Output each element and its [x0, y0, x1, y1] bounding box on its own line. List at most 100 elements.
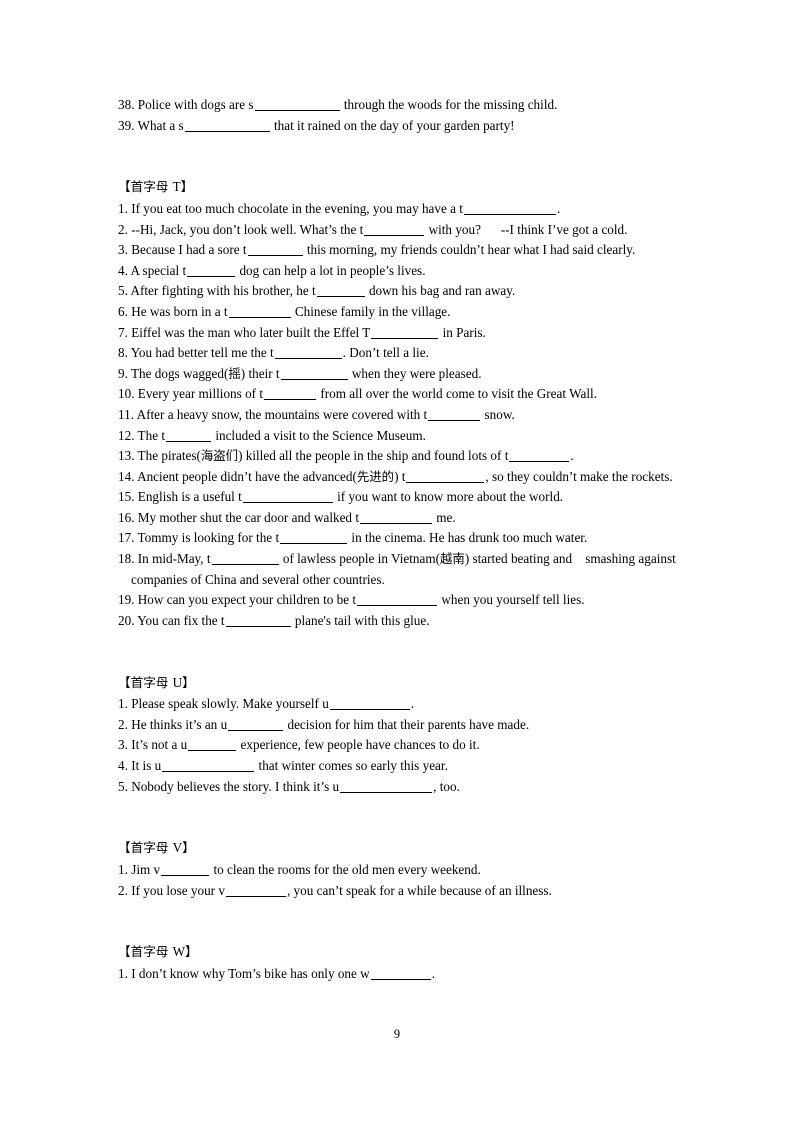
answer-blank[interactable] — [228, 718, 284, 731]
exercise-item: 4. A special t dog can help a lot in peo… — [118, 261, 678, 282]
bracket-close: 】 — [185, 944, 198, 960]
item-text-before-blank: --Hi, Jack, you don’t look well. What’s … — [131, 221, 364, 237]
exercise-item: 10. Every year millions of t from all ov… — [118, 384, 678, 405]
answer-blank[interactable] — [211, 552, 279, 566]
page-content: 38. Police with dogs are s through the w… — [118, 95, 678, 985]
item-text-after-blank: that winter comes so early this year. — [255, 758, 448, 773]
answer-blank[interactable] — [316, 284, 365, 298]
answer-blank[interactable] — [254, 98, 340, 111]
exercise-item: 2. He thinks it’s an u decision for him … — [118, 715, 678, 736]
exercise-item: 5. After fighting with his brother, he t… — [118, 281, 678, 302]
item-number: 16. — [118, 509, 138, 525]
item-text-before-blank: After fighting with his brother, he t — [130, 283, 316, 299]
answer-blank[interactable] — [357, 593, 438, 607]
item-text-before-blank: The dogs wagged(摇) their t — [130, 365, 280, 381]
item-text-before-blank: My mother shut the car door and walked t — [137, 509, 359, 525]
answer-blank[interactable] — [509, 449, 570, 463]
answer-blank[interactable] — [463, 202, 556, 215]
answer-blank[interactable] — [187, 264, 236, 277]
exercise-item: 11. After a heavy snow, the mountains we… — [118, 405, 678, 426]
section-heading-letter: V — [172, 840, 183, 856]
item-text-before-blank: A special t — [130, 262, 187, 278]
bracket-open: 【 — [118, 179, 131, 195]
item-number: 1. — [118, 200, 132, 216]
answer-blank[interactable] — [371, 326, 439, 339]
answer-blank[interactable] — [161, 863, 210, 876]
cjk-gloss: 先进的 — [356, 468, 395, 484]
exercise-item: 1. I don’t know why Tom’s bike has only … — [118, 964, 678, 985]
item-number: 10. — [118, 386, 138, 402]
answer-blank[interactable] — [364, 223, 425, 236]
item-number: 39. — [118, 117, 138, 133]
item-text-after-blank: when they were pleased. — [348, 365, 482, 381]
answer-blank[interactable] — [242, 490, 333, 504]
exercise-item: 18. In mid-May, t of lawless people in V… — [118, 549, 678, 590]
exercise-item: 3. It’s not a u experience, few people h… — [118, 735, 678, 756]
exercise-item: 38. Police with dogs are s through the w… — [118, 95, 678, 116]
item-number: 7. — [118, 324, 132, 340]
answer-blank[interactable] — [428, 408, 481, 421]
answer-blank[interactable] — [274, 346, 342, 360]
answer-blank[interactable] — [225, 884, 286, 897]
exercise-item: 19. How can you expect your children to … — [118, 590, 678, 611]
item-text-before-blank: Tommy is looking for the t — [137, 530, 280, 546]
answer-blank[interactable] — [247, 243, 303, 257]
exercise-item: 39. What a s that it rained on the day o… — [118, 116, 678, 137]
answer-blank[interactable] — [228, 305, 291, 318]
item-text-after-blank: from all over the world come to visit th… — [317, 386, 597, 402]
answer-blank[interactable] — [166, 429, 212, 442]
item-text-before-blank: English is a useful t — [137, 489, 242, 505]
answer-blank[interactable] — [329, 697, 410, 711]
answer-blank[interactable] — [359, 511, 432, 524]
answer-blank[interactable] — [184, 119, 270, 132]
bracket-close: 】 — [180, 179, 194, 195]
item-text-before-blank: Eiffel was the man who later built the E… — [131, 324, 371, 340]
item-number: 2. — [118, 882, 132, 898]
exercise-item: 13. The pirates(海盗们) killed all the peop… — [118, 446, 678, 467]
item-text-before-blank: Please speak slowly. Make yourself u — [131, 696, 329, 712]
answer-blank[interactable] — [188, 738, 237, 752]
item-text-after-blank: in the cinema. He has drunk too much wat… — [348, 530, 588, 546]
item-text-after-blank: if you want to know more about the world… — [333, 489, 564, 505]
item-text-after-blank: when you yourself tell lies. — [438, 592, 585, 608]
bracket-open: 【 — [118, 944, 131, 960]
answer-blank[interactable] — [370, 967, 431, 980]
exercise-item: 7. Eiffel was the man who later built th… — [118, 323, 678, 344]
item-text-before-blank: It’s not a u — [131, 737, 188, 753]
section-heading-label: 首字母 — [130, 674, 169, 690]
bracket-close: 】 — [182, 840, 195, 856]
item-text-after-blank: down his bag and ran away. — [365, 283, 516, 299]
item-number: 2. — [118, 221, 132, 237]
exercise-item: 3. Because I had a sore t this morning, … — [118, 240, 678, 261]
section-heading-u: 【首字母 U】 — [118, 673, 678, 695]
item-text-after-blank: included a visit to the Science Museum. — [212, 427, 426, 443]
exercise-item: 8. You had better tell me the t . Don’t t… — [118, 343, 678, 364]
bracket-close: 】 — [182, 674, 195, 690]
answer-blank[interactable] — [264, 387, 317, 401]
item-number: 18. — [118, 551, 138, 567]
item-text-before-blank: What a s — [137, 117, 184, 133]
exercise-item: 5. Nobody believes the story. I think it… — [118, 777, 678, 798]
answer-blank[interactable] — [280, 367, 348, 380]
item-number: 1. — [118, 965, 132, 981]
item-text-before-blank: In mid-May, t — [137, 551, 211, 567]
answer-blank[interactable] — [162, 759, 255, 772]
answer-blank[interactable] — [340, 780, 433, 793]
answer-blank[interactable] — [280, 531, 348, 545]
item-number: 12. — [118, 427, 138, 443]
item-number: 9. — [118, 365, 131, 381]
item-text-before-blank: Jim v — [131, 861, 161, 877]
answer-blank[interactable] — [225, 614, 291, 627]
item-text-after-blank: . — [570, 448, 574, 464]
cjk-gloss: 摇 — [228, 365, 241, 381]
answer-blank[interactable] — [406, 470, 485, 483]
exercise-item: 6. He was born in a t Chinese family in … — [118, 302, 678, 323]
item-number: 5. — [118, 283, 131, 299]
item-text-before-blank: It is u — [131, 758, 162, 773]
sections-block: 【首字母 T】 1. If you eat too much chocolate … — [118, 136, 678, 984]
item-number: 4. — [118, 758, 132, 773]
item-text-before-blank: Because I had a sore t — [131, 242, 247, 258]
exercise-item: 16. My mother shut the car door and walk… — [118, 508, 678, 529]
item-number: 11. — [118, 406, 137, 422]
